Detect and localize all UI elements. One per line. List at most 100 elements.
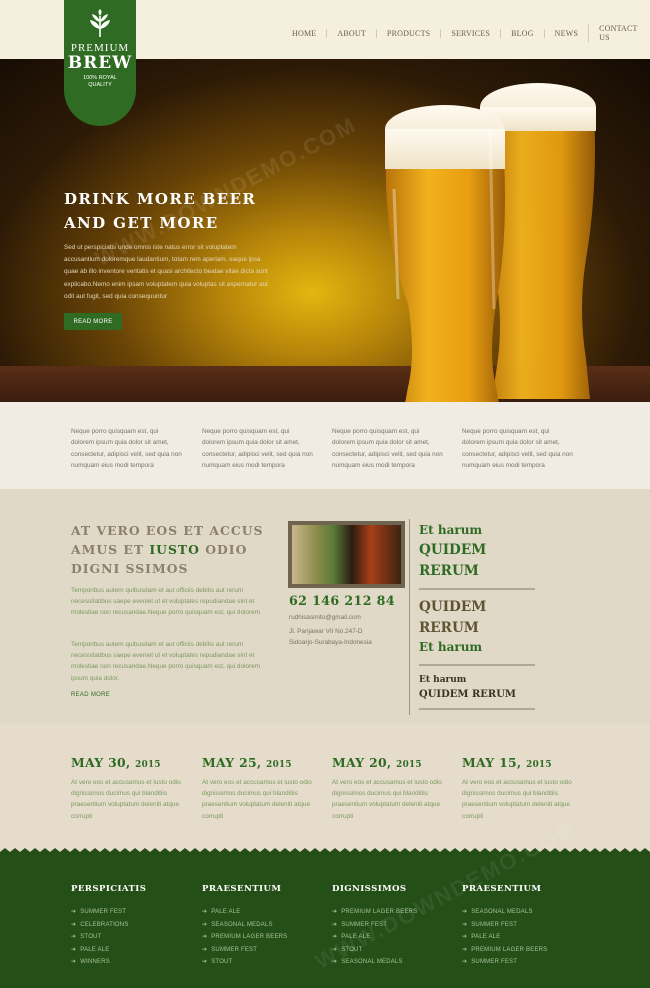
news-date: MAY 25, 2015 [202,755,292,770]
footer-heading: DIGNISSIMOS [332,884,407,894]
news-excerpt: At vero eos et accusamus et iusto odio d… [202,779,312,820]
footer-link-label: SUMMER FEST [341,921,388,928]
footer-heading: PRAESENTIUM [462,884,542,894]
right-heading-4: QUIDEM [419,599,487,615]
footer-link-label: PALE ALE [211,909,241,915]
news-date-year: 2015 [396,760,422,770]
footer-link[interactable]: ➔ WINNERS [71,956,129,969]
feature-column: Neque porro quisquam est, qui dolorem ip… [332,428,443,469]
footer-link-label: SUMMER FEST [211,946,258,953]
footer-link[interactable]: ➔ PALE ALE [71,944,129,957]
footer-link-label: WINNERS [80,959,110,966]
footer-link[interactable]: ➔ SUMMER FEST [202,944,287,957]
contact-phone: 62 146 212 84 [289,593,395,608]
right-heading-7: Et harum [419,675,467,685]
zigzag-border [0,848,650,856]
footer-link[interactable]: ➔ PREMIUM LAGER BEERS [332,906,417,919]
contact-address-2: Sidoarjo-Surabaya-Indonesia [289,639,372,646]
arrow-right-icon: ➔ [202,946,208,953]
footer-link-label: SUMMER FEST [80,909,127,915]
arrow-right-icon: ➔ [202,909,208,915]
about-paragraph-1: Temporibus autem quibusdam et aut offici… [71,587,260,617]
main-nav: HOME ABOUT PRODUCTS SERVICES BLOG NEWS C… [282,24,650,42]
nav-news[interactable]: NEWS [543,28,588,38]
divider-line [419,588,535,590]
site-footer: PERSPICIATIS ➔ SUMMER FEST ➔ CELEBRATIONS … [0,815,650,988]
arrow-right-icon: ➔ [332,946,338,953]
footer-link[interactable]: ➔ PREMIUM LAGER BEERS [202,931,287,944]
footer-link-label: PALE ALE [341,934,371,941]
news-date-year: 2015 [135,760,161,770]
footer-link[interactable]: ➔ PALE ALE [462,931,547,944]
arrow-right-icon: ➔ [202,921,208,928]
news-excerpt: At vero eos et accusamus et iusto odio d… [71,779,181,820]
footer-link-label: SEASONAL MEDALS [341,959,403,966]
contact-address-1: Jl. Panjawar VII No.247-D [289,628,363,635]
news-date-day: MAY 20, [332,755,392,770]
nav-products[interactable]: PRODUCTS [375,28,440,38]
nav-blog[interactable]: BLOG [500,28,544,38]
arrow-right-icon: ➔ [71,909,77,915]
footer-link-label: STOUT [211,959,233,966]
brewery-photo-image [292,525,401,584]
arrow-right-icon: ➔ [202,959,208,966]
logo-tagline-2: QUALITY [88,82,112,88]
footer-link[interactable]: ➔ STOUT [332,944,417,957]
arrow-right-icon: ➔ [71,921,77,928]
footer-link-label: SEASONAL MEDALS [211,921,273,928]
footer-link-label: PALE ALE [471,934,501,941]
hero-read-more-button[interactable]: READ MORE [64,313,122,330]
footer-link-list: ➔ PREMIUM LAGER BEERS ➔ SUMMER FEST ➔ PALE … [332,906,417,969]
arrow-right-icon: ➔ [462,909,468,915]
title-line-1: AT VERO EOS ET ACCUS [71,523,264,538]
footer-link[interactable]: ➔ SUMMER FEST [71,906,129,919]
arrow-right-icon: ➔ [462,921,468,928]
footer-link[interactable]: ➔ PALE ALE [202,906,287,919]
footer-link-label: PREMIUM LAGER BEERS [211,934,288,941]
title-line-2-end: ODIO [199,542,248,557]
news-section: MAY 30, 2015 At vero eos et accusamus et… [0,724,650,852]
feature-column: Neque porro quisquam est, qui dolorem ip… [462,428,573,469]
nav-about[interactable]: ABOUT [326,28,376,38]
footer-link[interactable]: ➔ SEASONAL MEDALS [462,906,547,919]
footer-link-label: CELEBRATIONS [80,921,129,928]
footer-link[interactable]: ➔ SEASONAL MEDALS [332,956,417,969]
logo-brew-text: BREW [67,53,133,73]
arrow-right-icon: ➔ [462,959,468,966]
footer-link[interactable]: ➔ STOUT [71,931,129,944]
footer-link-list: ➔ SUMMER FEST ➔ CELEBRATIONS ➔ STOUT ➔ PALE … [71,906,129,969]
contact-email[interactable]: rudhisasmito@gmail.com [289,614,361,621]
brand-logo[interactable]: PREMIUM BREW 100% ROYAL QUALITY [64,0,136,126]
title-line-2-start: AMUS ET [71,542,150,557]
footer-link[interactable]: ➔ STOUT [202,956,287,969]
arrow-right-icon: ➔ [462,934,468,941]
arrow-right-icon: ➔ [71,934,77,941]
divider-line [419,708,535,710]
column-divider [409,519,410,715]
nav-services[interactable]: SERVICES [440,28,500,38]
footer-link[interactable]: ➔ PALE ALE [332,931,417,944]
nav-contact-us[interactable]: CONTACT US [588,24,650,42]
footer-link[interactable]: ➔ CELEBRATIONS [71,919,129,932]
arrow-right-icon: ➔ [202,934,208,941]
feature-column: Neque porro quisquam est, qui dolorem ip… [71,428,182,469]
news-date-day: MAY 25, [202,755,262,770]
about-read-more-link[interactable]: READ MORE [71,692,110,698]
right-heading-8: QUIDEM RERUM [419,689,516,700]
news-excerpt: At vero eos et accusamus et iusto odio d… [462,779,572,820]
footer-link[interactable]: ➔ SUMMER FEST [462,919,547,932]
news-date: MAY 15, 2015 [462,755,552,770]
right-heading-2: QUIDEM [419,542,487,558]
about-section: AT VERO EOS ET ACCUS AMUS ET IUSTO ODIO … [0,489,650,724]
footer-link[interactable]: ➔ SUMMER FEST [462,956,547,969]
footer-link-label: PREMIUM LAGER BEERS [471,946,548,953]
right-heading-6: Et harum [419,640,483,654]
nav-home[interactable]: HOME [282,29,326,38]
footer-link-label: STOUT [80,934,102,941]
footer-link-list: ➔ SEASONAL MEDALS ➔ SUMMER FEST ➔ PALE ALE … [462,906,547,969]
footer-link[interactable]: ➔ PREMIUM LAGER BEERS [462,944,547,957]
arrow-right-icon: ➔ [462,946,468,953]
footer-link[interactable]: ➔ SUMMER FEST [332,919,417,932]
hero-title: DRINK MORE BEER AND GET MORE [64,187,256,235]
footer-link[interactable]: ➔ SEASONAL MEDALS [202,919,287,932]
